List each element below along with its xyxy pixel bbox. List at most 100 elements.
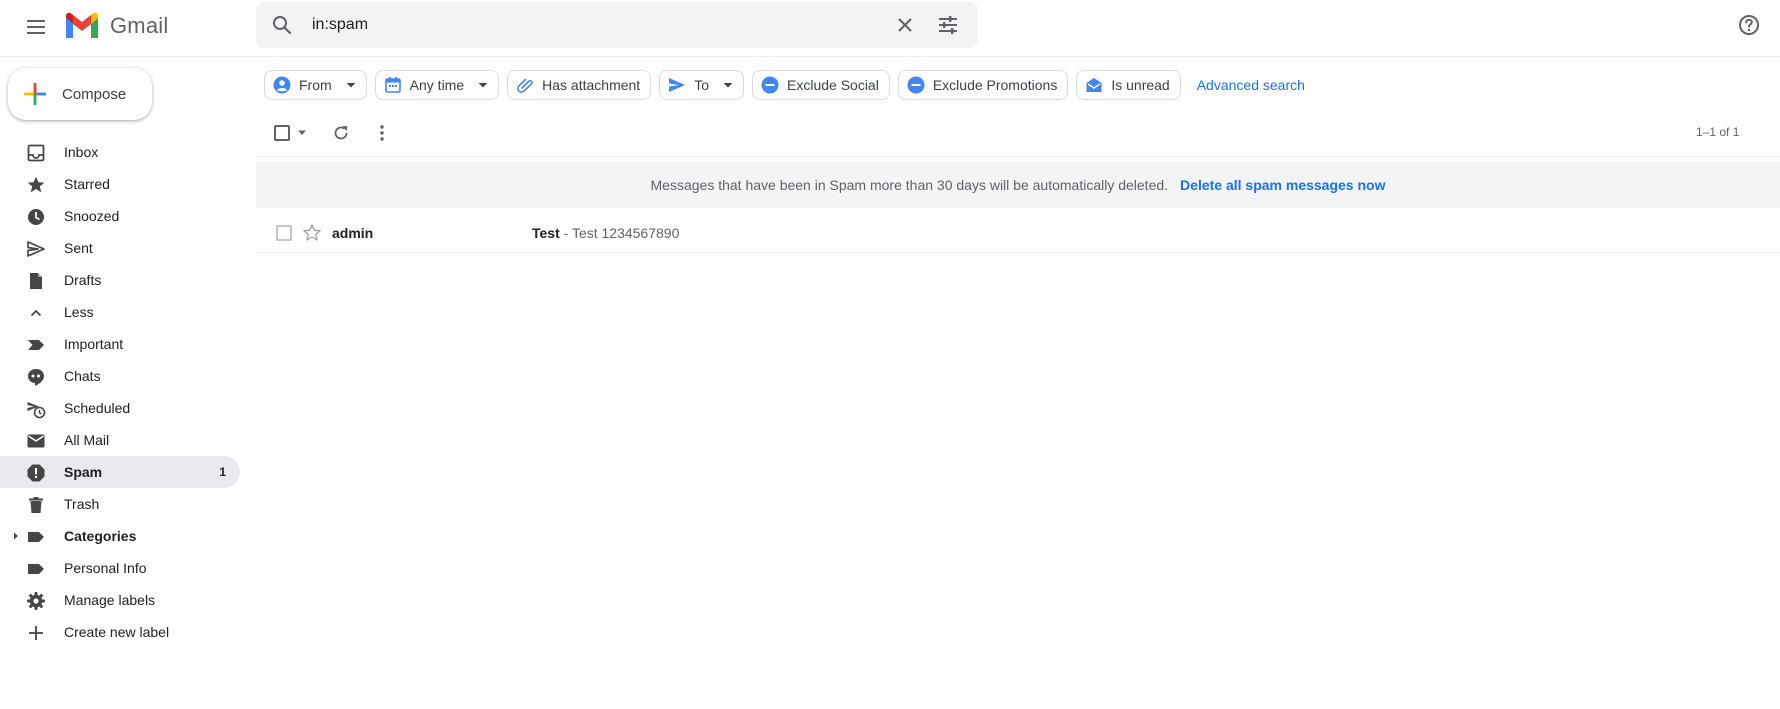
inbox-icon (27, 144, 45, 162)
app-name: Gmail (110, 13, 169, 38)
exclude-promotions-filter-chip[interactable]: Exclude Promotions (897, 70, 1069, 100)
message-sender: admin (332, 225, 374, 241)
chip-label: Exclude Social (787, 77, 879, 93)
gmail-m-icon (66, 12, 98, 38)
refresh-icon[interactable] (331, 123, 351, 143)
help-icon[interactable] (1737, 13, 1761, 37)
sidebar-item-sent[interactable]: Sent (0, 232, 240, 264)
list-toolbar: 1–1 of 1 (256, 117, 1780, 149)
send-icon (27, 241, 45, 257)
search-filter-chips: From Any time Has attachment To Exclude … (264, 69, 1305, 101)
account-circle-icon (273, 76, 291, 94)
sidebar-nav: Inbox Starred Snoozed Sent Drafts Less I… (0, 136, 240, 648)
gmail-logo[interactable]: Gmail (64, 10, 168, 42)
important-label-icon (28, 340, 44, 350)
to-filter-chip[interactable]: To (659, 70, 744, 100)
chevron-down-icon (478, 83, 488, 88)
trash-icon (29, 497, 43, 513)
compose-button[interactable]: Compose (8, 68, 152, 120)
calendar-icon (384, 77, 401, 93)
star-icon (27, 176, 45, 193)
clock-icon (28, 209, 44, 225)
spam-icon (27, 464, 45, 482)
sidebar-item-label: Less (64, 304, 94, 320)
mark-unread-icon (1086, 78, 1102, 92)
sidebar-item-chats[interactable]: Chats (0, 360, 240, 392)
chip-label: Exclude Promotions (932, 77, 1058, 93)
sidebar-item-all-mail[interactable]: All Mail (0, 424, 240, 456)
sidebar-item-label: All Mail (64, 432, 110, 448)
divider (256, 156, 1780, 157)
message-snippet: - Test 1234567890 (559, 225, 680, 241)
sidebar-item-label: Manage labels (64, 592, 156, 608)
expand-arrow-icon[interactable] (12, 532, 20, 540)
sidebar-item-personal-info[interactable]: Personal Info (0, 552, 240, 584)
exclude-icon (761, 76, 779, 94)
select-dropdown-icon[interactable] (298, 130, 306, 136)
search-options-icon[interactable] (936, 13, 960, 37)
exclude-social-filter-chip[interactable]: Exclude Social (752, 70, 890, 100)
sidebar-item-categories[interactable]: Categories (0, 520, 240, 552)
is-unread-filter-chip[interactable]: Is unread (1076, 70, 1181, 100)
send-icon (669, 78, 686, 92)
sidebar-item-spam[interactable]: Spam 1 (0, 456, 240, 488)
sidebar-item-manage-labels[interactable]: Manage labels (0, 584, 240, 616)
select-all-checkbox[interactable] (274, 125, 290, 141)
close-icon[interactable] (893, 13, 917, 37)
advanced-search-link[interactable]: Advanced search (1197, 77, 1305, 93)
unread-count-badge: 1 (219, 465, 226, 479)
sidebar-item-inbox[interactable]: Inbox (0, 136, 240, 168)
chip-label: To (694, 77, 709, 93)
search-icon[interactable] (270, 13, 294, 37)
search-bar (256, 2, 978, 48)
attachment-icon (517, 78, 533, 93)
pagination-range: 1–1 of 1 (1696, 125, 1740, 139)
chevron-up-icon (30, 309, 42, 317)
label-icon (28, 532, 44, 542)
sidebar-item-label: Inbox (64, 144, 99, 160)
from-filter-chip[interactable]: From (264, 70, 367, 100)
exclude-icon (907, 76, 925, 94)
hamburger-icon (27, 20, 45, 34)
sidebar-item-snoozed[interactable]: Snoozed (0, 200, 240, 232)
has-attachment-filter-chip[interactable]: Has attachment (507, 70, 652, 100)
sidebar-item-label: Sent (64, 240, 93, 256)
sidebar-item-drafts[interactable]: Drafts (0, 264, 240, 296)
sidebar-item-label: Snoozed (64, 208, 120, 224)
gear-icon (27, 592, 45, 610)
spam-info-banner: Messages that have been in Spam more tha… (256, 162, 1780, 208)
sidebar-item-starred[interactable]: Starred (0, 168, 240, 200)
table-row[interactable]: admin Test - Test 1234567890 (256, 214, 1780, 253)
draft-icon (30, 273, 42, 289)
sidebar-item-label: Trash (64, 496, 100, 512)
sidebar-item-scheduled[interactable]: Scheduled (0, 392, 240, 424)
sidebar-item-label: Create new label (64, 624, 170, 640)
chip-label: Is unread (1111, 77, 1170, 93)
sidebar-item-important[interactable]: Important (0, 328, 240, 360)
delete-all-spam-link[interactable]: Delete all spam messages now (1180, 177, 1385, 193)
sidebar-item-less[interactable]: Less (0, 296, 240, 328)
star-outline-icon[interactable] (302, 223, 322, 243)
scheduled-icon (27, 402, 46, 419)
compose-label: Compose (62, 85, 127, 103)
sidebar-item-create-label[interactable]: Create new label (0, 616, 240, 648)
main-menu-button[interactable] (20, 11, 52, 43)
sidebar-item-label: Scheduled (64, 400, 131, 416)
chip-label: From (299, 77, 332, 93)
message-subject-line: Test - Test 1234567890 (532, 225, 679, 241)
any-time-filter-chip[interactable]: Any time (374, 70, 500, 100)
chevron-down-icon (723, 83, 733, 88)
search-input[interactable] (312, 12, 872, 38)
sidebar-item-trash[interactable]: Trash (0, 488, 240, 520)
sidebar-item-label: Drafts (64, 272, 102, 288)
plus-icon (29, 626, 43, 640)
sidebar-item-label: Spam (64, 464, 103, 480)
app-header: Gmail (0, 0, 1780, 57)
label-icon (28, 564, 44, 574)
sidebar-item-label: Personal Info (64, 560, 147, 576)
row-checkbox[interactable] (276, 225, 292, 241)
sidebar-item-label: Categories (64, 528, 137, 544)
chat-icon (28, 369, 44, 386)
compose-plus-icon (24, 83, 46, 105)
more-vert-icon[interactable] (372, 123, 392, 143)
